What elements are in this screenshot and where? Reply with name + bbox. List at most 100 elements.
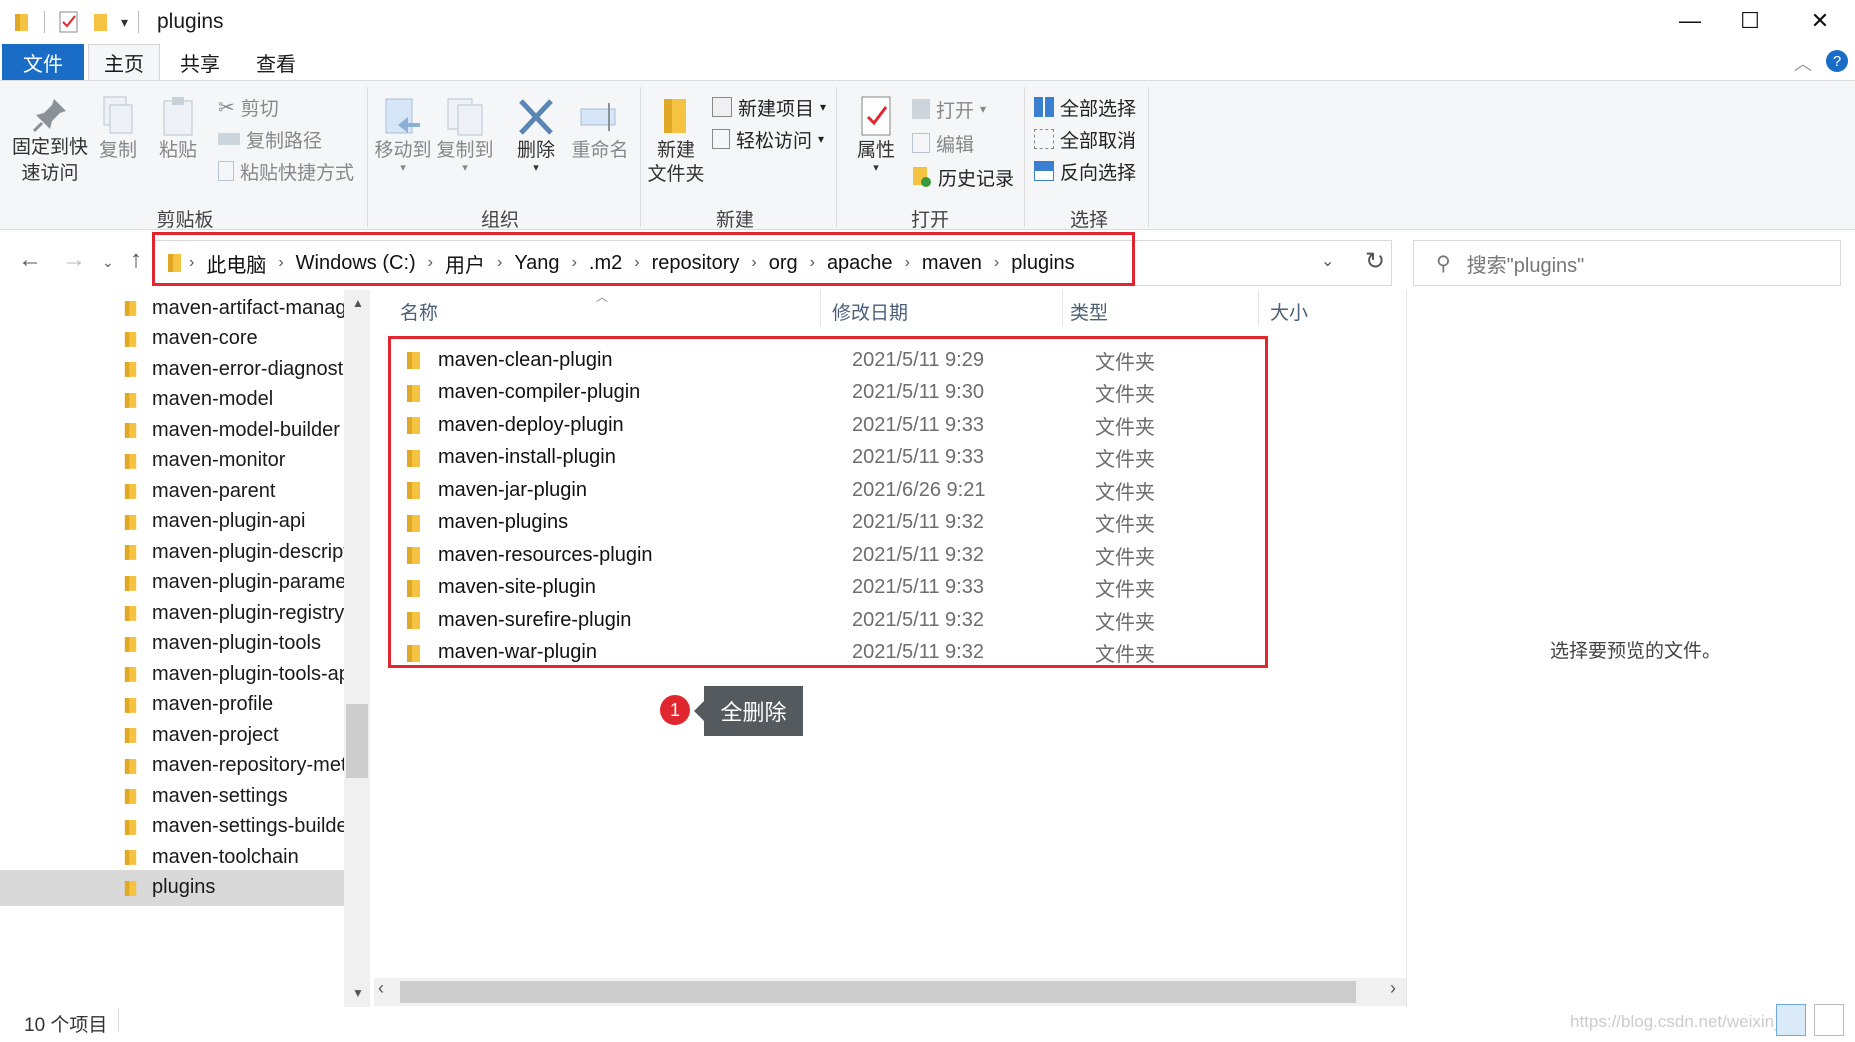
column-divider[interactable] bbox=[1062, 290, 1063, 326]
annotation-badge: 1 bbox=[660, 695, 690, 725]
nav-tree-item[interactable]: plugins bbox=[0, 869, 344, 906]
search-box[interactable]: ⚲ 搜索"plugins" bbox=[1413, 240, 1841, 286]
scroll-left-icon[interactable]: ‹ bbox=[378, 978, 384, 999]
quick-access-toolbar: ▾ bbox=[14, 10, 140, 34]
scroll-down-icon[interactable]: ▼ bbox=[352, 986, 364, 1000]
new-folder-quick-icon[interactable] bbox=[93, 12, 109, 32]
scroll-up-icon[interactable]: ▲ bbox=[352, 296, 364, 310]
address-dropdown-icon[interactable]: ⌄ bbox=[1321, 251, 1334, 271]
collapse-ribbon-icon[interactable]: ︿ bbox=[1794, 50, 1812, 76]
nav-tree-item-label: maven-plugin-parameter-documenter bbox=[152, 571, 344, 593]
copy-path-label: 复制路径 bbox=[246, 130, 323, 152]
horizontal-scrollbar-thumb[interactable] bbox=[400, 981, 1356, 1003]
folder-icon bbox=[124, 789, 137, 804]
maximize-button[interactable]: ☐ bbox=[1715, 0, 1785, 42]
nav-tree-item-label: maven-plugin-api bbox=[152, 510, 306, 532]
new-item-icon bbox=[712, 97, 732, 117]
properties-icon bbox=[861, 96, 891, 136]
paste-label: 粘贴 bbox=[158, 140, 197, 161]
search-placeholder: 搜索"plugins" bbox=[1466, 254, 1585, 277]
group-label-open: 打开 bbox=[910, 210, 949, 231]
folder-icon bbox=[124, 301, 137, 316]
column-header-size[interactable]: 大小 bbox=[1270, 298, 1308, 325]
group-divider bbox=[640, 87, 641, 227]
folder-icon bbox=[124, 606, 137, 621]
back-arrow-icon[interactable]: ← bbox=[18, 246, 42, 274]
folder-icon bbox=[124, 758, 137, 774]
recent-locations-icon[interactable]: ⌄ bbox=[102, 254, 114, 271]
address-bar-highlight-box bbox=[152, 232, 1135, 286]
group-divider bbox=[367, 87, 368, 227]
new-item-button[interactable]: 新建项目 ▾ bbox=[712, 93, 826, 121]
properties-quick-icon[interactable] bbox=[59, 11, 79, 33]
history-button[interactable]: 历史记录 bbox=[912, 163, 1014, 191]
column-divider[interactable] bbox=[820, 290, 821, 326]
up-arrow-icon[interactable]: ↑ bbox=[130, 246, 142, 274]
group-divider bbox=[1024, 87, 1025, 227]
copy-path-button[interactable]: 复制路径 bbox=[218, 125, 322, 153]
nav-scrollbar-thumb[interactable] bbox=[346, 704, 368, 778]
scroll-right-icon[interactable]: › bbox=[1390, 978, 1396, 999]
pin-quick-access-button[interactable]: 固定到快 速访问 bbox=[10, 95, 90, 187]
delete-x-icon bbox=[519, 99, 553, 135]
customize-quick-access-icon[interactable]: ▾ bbox=[121, 14, 128, 31]
new-item-label: 新建项目 bbox=[738, 98, 815, 120]
folder-icon bbox=[124, 423, 137, 438]
tab-view[interactable]: 查看 bbox=[240, 44, 312, 80]
select-all-button[interactable]: 全部选择 bbox=[1034, 93, 1136, 121]
group-label-organize: 组织 bbox=[480, 210, 519, 231]
group-label-select: 选择 bbox=[1069, 210, 1108, 231]
invert-selection-button[interactable]: 反向选择 bbox=[1034, 157, 1136, 185]
refresh-icon[interactable]: ↻ bbox=[1365, 247, 1385, 276]
column-header-date[interactable]: 修改日期 bbox=[832, 298, 908, 325]
tab-file[interactable]: 文件 bbox=[2, 44, 84, 80]
move-to-label: 移动到 bbox=[374, 140, 432, 161]
open-button[interactable]: 打开 ▾ bbox=[912, 95, 986, 123]
preview-pane-divider[interactable] bbox=[1406, 290, 1407, 1007]
nav-tree-item-label: maven-plugin-tools-api bbox=[152, 662, 344, 685]
details-view-icon[interactable] bbox=[1776, 1004, 1806, 1036]
pin-icon bbox=[32, 99, 66, 133]
pin-label: 固定到快 速访问 bbox=[11, 137, 88, 184]
preview-pane-message: 选择要预览的文件。 bbox=[1550, 641, 1722, 662]
copy-to-icon bbox=[447, 98, 483, 136]
rename-button[interactable]: 重命名 bbox=[568, 95, 632, 163]
large-icons-view-icon[interactable] bbox=[1814, 1004, 1844, 1036]
folder-icon bbox=[124, 880, 137, 896]
invert-selection-icon bbox=[1034, 161, 1054, 181]
column-header-name[interactable]: 名称 bbox=[400, 298, 438, 325]
copy-to-button[interactable]: 复制到 ▾ bbox=[436, 95, 494, 174]
nav-tree-item-label: maven-parent bbox=[152, 479, 276, 502]
nav-tree-item-label: maven-settings bbox=[152, 784, 288, 807]
new-folder-button[interactable]: 新建 文件夹 bbox=[646, 95, 706, 187]
folder-icon bbox=[124, 850, 137, 865]
rename-label: 重命名 bbox=[571, 140, 629, 161]
paste-button[interactable]: 粘贴 bbox=[154, 95, 202, 163]
folder-icon bbox=[124, 575, 137, 591]
select-none-button[interactable]: 全部取消 bbox=[1034, 125, 1136, 153]
nav-tree-item-label: maven-plugin-descriptor bbox=[152, 540, 344, 563]
tab-home[interactable]: 主页 bbox=[88, 44, 160, 80]
tab-share[interactable]: 共享 bbox=[164, 44, 236, 80]
cut-button[interactable]: ✂ 剪切 bbox=[218, 93, 279, 121]
properties-button[interactable]: 属性 ▾ bbox=[846, 95, 906, 174]
copy-path-icon bbox=[218, 133, 240, 145]
column-header-type[interactable]: 类型 bbox=[1070, 298, 1108, 325]
column-divider[interactable] bbox=[1258, 290, 1259, 326]
help-icon[interactable]: ? bbox=[1826, 50, 1848, 72]
forward-arrow-icon[interactable]: → bbox=[62, 246, 86, 274]
nav-pane-scrollbar[interactable]: ▲ ▼ bbox=[344, 290, 370, 1007]
watermark-text: https://blog.csdn.net/weixin_ bbox=[1570, 1012, 1784, 1031]
copy-button[interactable]: 复制 bbox=[94, 95, 142, 163]
close-button[interactable]: ✕ bbox=[1785, 0, 1855, 42]
move-to-button[interactable]: 移动到 ▾ bbox=[374, 95, 432, 174]
edit-button[interactable]: 编辑 bbox=[912, 129, 974, 157]
new-folder-icon bbox=[664, 99, 686, 133]
paste-icon bbox=[163, 97, 193, 136]
paste-shortcut-button[interactable]: 粘贴快捷方式 bbox=[218, 157, 354, 185]
group-divider bbox=[1148, 87, 1149, 227]
easy-access-button[interactable]: 轻松访问 ▾ bbox=[712, 125, 824, 153]
copy-label: 复制 bbox=[98, 140, 137, 161]
folder-icon bbox=[15, 14, 28, 31]
delete-button[interactable]: 删除 ▾ bbox=[510, 95, 562, 174]
